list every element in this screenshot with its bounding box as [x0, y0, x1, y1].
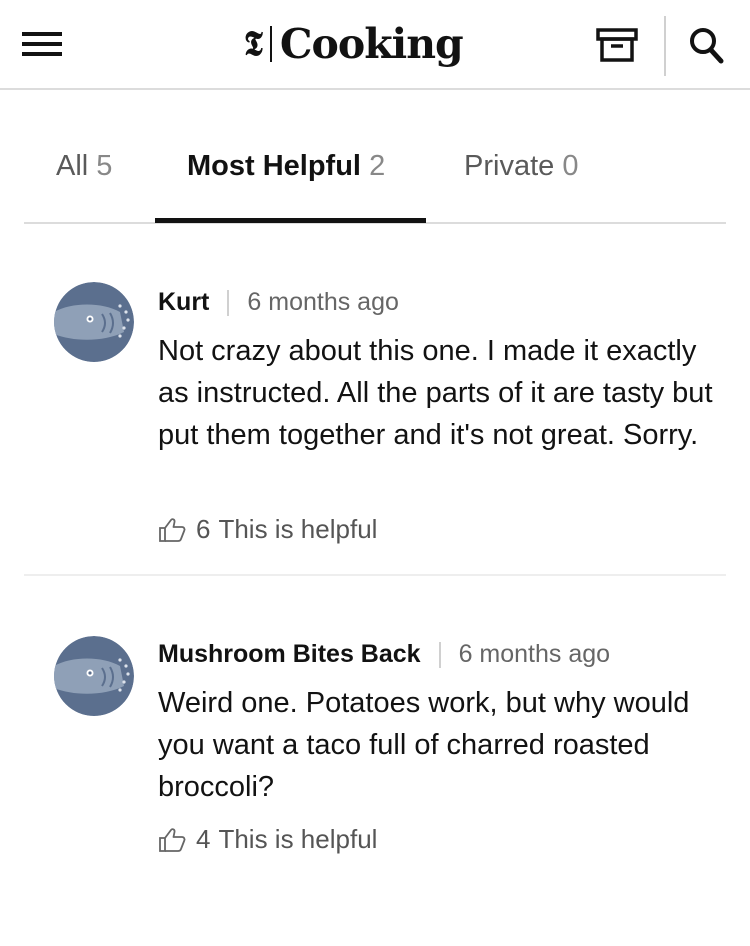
tab-private[interactable]: Private 0: [464, 150, 578, 183]
comment-timestamp: 6 months ago: [247, 288, 399, 316]
fish-avatar-icon: [54, 282, 134, 362]
helpful-count: 6: [196, 514, 211, 544]
tab-most-helpful[interactable]: Most Helpful 2: [187, 150, 385, 183]
hamburger-menu-icon[interactable]: [22, 30, 62, 60]
thumbs-up-icon: [159, 827, 186, 852]
comment-tabs: All 5 Most Helpful 2 Private 0: [24, 122, 726, 224]
comment-meta: Mushroom Bites Back 6 months ago: [158, 640, 610, 669]
search-icon[interactable]: [688, 26, 724, 64]
helpful-button[interactable]: 4 This is helpful: [158, 824, 377, 855]
comment-text: Not crazy about this one. I made it exac…: [158, 335, 713, 451]
logo-divider: [269, 26, 272, 62]
helpful-label: This is helpful: [218, 824, 378, 854]
recipe-box-icon[interactable]: [596, 28, 638, 62]
tab-all[interactable]: All 5: [56, 150, 112, 183]
avatar[interactable]: [54, 636, 134, 716]
avatar[interactable]: [54, 282, 134, 362]
comment-item: Mushroom Bites Back 6 months ago Weird o…: [24, 576, 726, 896]
tab-label: Private: [464, 150, 555, 182]
comment-timestamp: 6 months ago: [458, 640, 611, 668]
nyt-cooking-logo[interactable]: 𝕿 Cooking: [243, 18, 464, 70]
fish-avatar-icon: [54, 636, 134, 716]
helpful-label: This is helpful: [218, 514, 378, 544]
nyt-t-logo: 𝕿: [244, 24, 263, 64]
top-nav-bar: 𝕿 Cooking: [0, 0, 750, 90]
comment-author[interactable]: Mushroom Bites Back: [158, 640, 421, 669]
tab-count: 2: [369, 150, 386, 182]
helpful-count: 4: [196, 824, 211, 854]
comment-text: Weird one. Potatoes work, but why would …: [158, 687, 690, 803]
brand-wordmark: Cooking: [279, 19, 464, 68]
comment-author[interactable]: Kurt: [158, 288, 209, 317]
comment-item: Kurt 6 months ago Not crazy about this o…: [24, 224, 726, 576]
tab-label: Most Helpful: [187, 150, 361, 182]
tab-count: 5: [96, 150, 113, 182]
tab-count: 0: [562, 150, 579, 182]
helpful-button[interactable]: 6 This is helpful: [158, 514, 377, 545]
thumbs-up-icon: [159, 517, 186, 542]
comment-meta: Kurt 6 months ago: [158, 288, 399, 317]
meta-divider: [227, 289, 230, 316]
meta-divider: [438, 641, 441, 668]
active-tab-indicator: [155, 218, 426, 223]
header-divider: [664, 16, 666, 76]
tab-label: All: [56, 150, 89, 182]
